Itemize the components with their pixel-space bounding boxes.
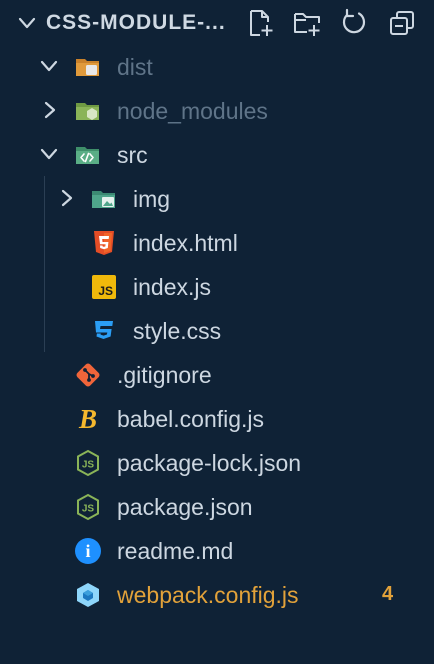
tree-item-label: style.css [133,318,222,344]
info-icon: i [74,537,102,565]
git-icon [74,361,102,389]
tree-item-label: babel.config.js [117,406,265,432]
tree-item-label: index.js [133,274,211,300]
tree-item-label: index.html [133,230,238,256]
explorer-header[interactable]: CSS-MODULE-... [0,0,434,46]
file-tree: dist node_modules src img index.html JS … [0,44,434,616]
css3-icon [90,317,118,345]
svg-text:JS: JS [82,504,95,515]
chevron-down-icon[interactable] [16,12,38,34]
javascript-icon: JS [90,273,118,301]
webpack-icon [74,581,102,609]
tree-item-index-html[interactable]: index.html [0,220,434,264]
tree-item-label: webpack.config.js [117,582,299,608]
tree-item-label: img [133,186,171,212]
chevron-down-icon[interactable] [38,143,60,165]
new-folder-icon [294,13,320,36]
chevron-right-icon[interactable] [55,187,77,209]
tree-item-style-css[interactable]: style.css [0,308,434,352]
tree-item-package-json[interactable]: JS package.json [0,484,434,528]
new-file-button[interactable] [243,6,277,40]
collapse-all-icon [390,11,414,35]
tree-item-img[interactable]: img [0,176,434,220]
chevron-right-icon[interactable] [38,99,60,121]
tree-item-src[interactable]: src [0,132,434,176]
tree-item-label: src [117,142,148,168]
collapse-all-button[interactable] [385,6,419,40]
nodejs-icon: JS [74,449,102,477]
html5-icon [90,229,118,257]
workspace-title[interactable]: CSS-MODULE-... [46,11,226,35]
folder-images-icon [90,185,118,213]
tree-item-label: dist [117,54,153,80]
refresh-icon [342,8,366,34]
tree-item-readme[interactable]: i readme.md [0,528,434,572]
folder-node-icon [74,97,102,125]
new-folder-button[interactable] [290,6,324,40]
nodejs-icon: JS [74,493,102,521]
new-file-icon [250,10,273,36]
tree-item-dist[interactable]: dist [0,44,434,88]
tree-item-label: package.json [117,494,253,520]
svg-text:JS: JS [82,460,95,471]
tree-item-label: .gitignore [117,362,212,388]
refresh-button[interactable] [337,6,371,40]
babel-icon-glyph: B [78,404,97,434]
problem-count-badge: 4 [382,583,394,605]
tree-item-label: package-lock.json [117,450,302,476]
javascript-icon-label: JS [98,284,113,298]
chevron-down-icon[interactable] [38,55,60,77]
info-icon-glyph: i [85,541,91,561]
folder-dist-icon [74,53,102,81]
tree-item-babel-config[interactable]: B babel.config.js [0,396,434,440]
tree-item-label: readme.md [117,538,234,564]
folder-src-icon [74,141,102,169]
tree-item-gitignore[interactable]: .gitignore [0,352,434,396]
file-explorer: CSS-MODULE-... dist node_modules src img… [0,0,434,664]
tree-item-label: node_modules [117,98,268,124]
tree-item-webpack-config[interactable]: webpack.config.js 4 [0,572,434,616]
babel-icon: B [74,405,102,433]
tree-item-node-modules[interactable]: node_modules [0,88,434,132]
tree-item-package-lock-json[interactable]: JS package-lock.json [0,440,434,484]
tree-item-index-js[interactable]: JS index.js [0,264,434,308]
